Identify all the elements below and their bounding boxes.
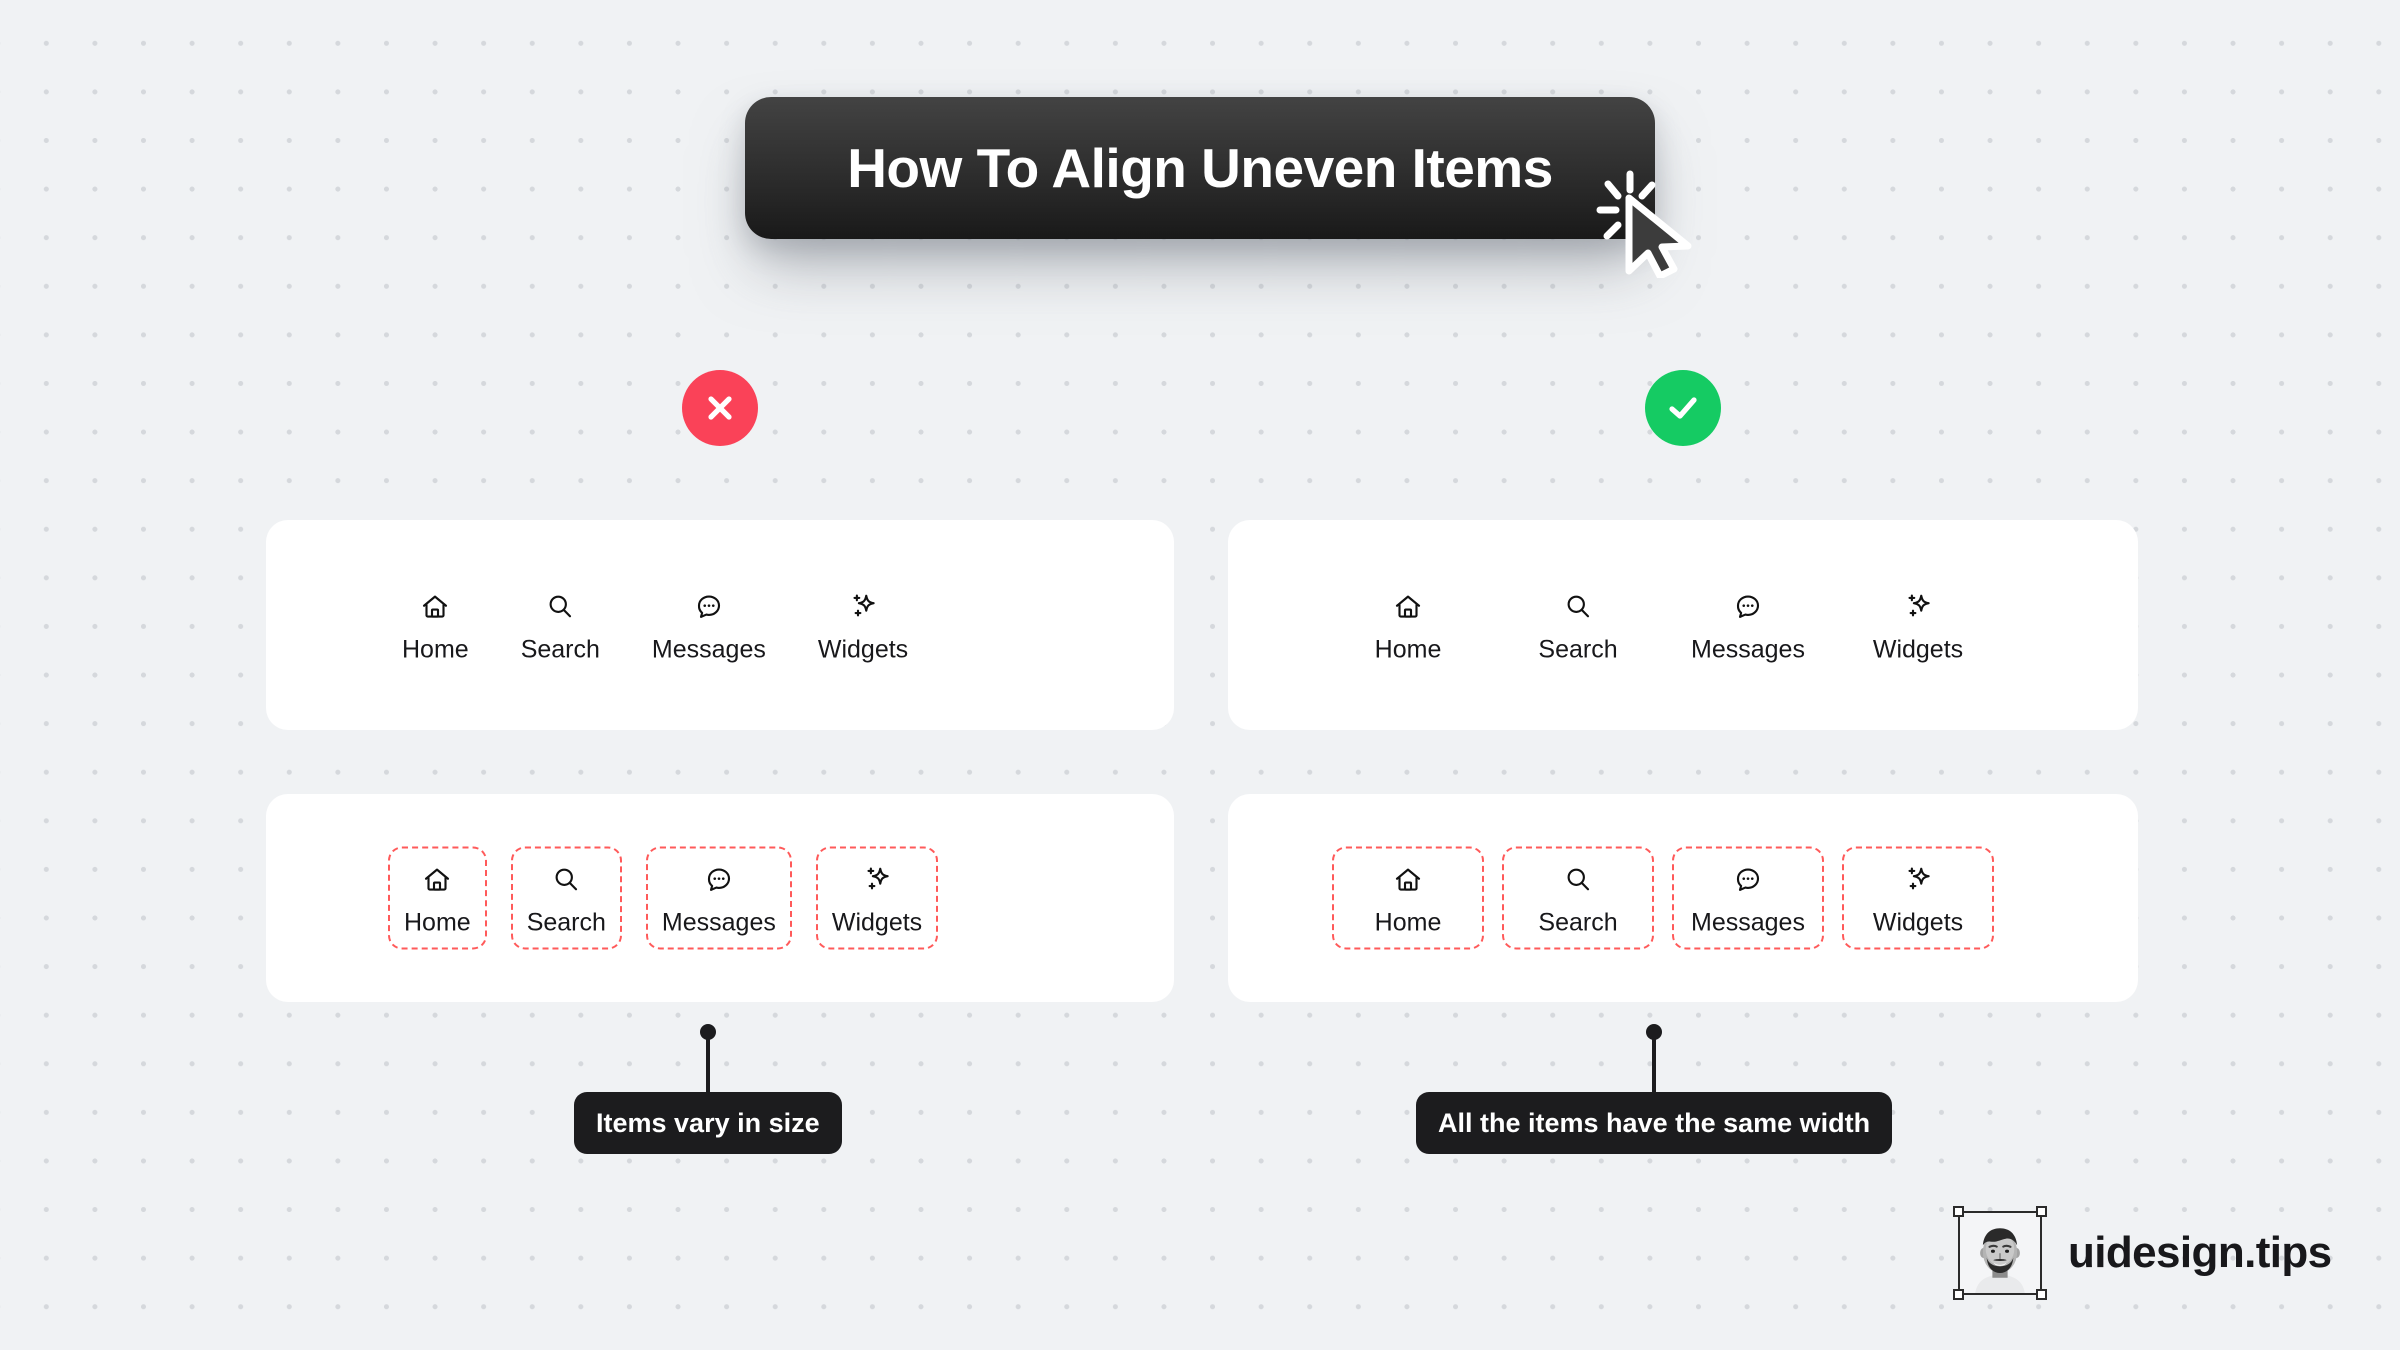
nav-item-label: Messages (1691, 635, 1805, 664)
annotation-callout-uneven: Items vary in size (574, 1024, 842, 1154)
annotation-callout-even: All the items have the same width (1416, 1024, 1893, 1154)
nav-item-search[interactable]: Search (510, 846, 622, 950)
nav-item-messages[interactable]: Messages (638, 576, 780, 675)
nav-item-home[interactable]: Home (388, 576, 483, 675)
annotation-text: All the items have the same width (1438, 1107, 1871, 1138)
nav-item-label: Search (1538, 908, 1618, 937)
widgets-icon (1901, 590, 1935, 624)
nav-item-label: Search (1538, 635, 1618, 664)
status-badge-correct (1645, 370, 1721, 446)
nav-item-label: Home (404, 908, 471, 937)
status-badge-incorrect (682, 370, 758, 446)
nav-item-label: Messages (1691, 908, 1805, 937)
nav-item-label: Messages (661, 908, 776, 937)
selection-handle-bottom-right[interactable] (2036, 1289, 2047, 1300)
nav-item-label: Home (1374, 908, 1442, 937)
widgets-icon (846, 590, 880, 624)
nav-item-widgets[interactable]: Widgets (1842, 576, 1994, 675)
check-icon (1669, 397, 1697, 419)
nav-item-widgets[interactable]: Widgets (1842, 846, 1994, 950)
nav-card-even-plain: Home Search Messages Widgets (1228, 520, 2138, 730)
nav-card-even-measured: Home Search Messages Widgets (1228, 794, 2138, 1002)
selection-handle-top-right[interactable] (2036, 1206, 2047, 1217)
callout-pin-line (705, 1036, 710, 1092)
selection-handle-top-left[interactable] (1953, 1206, 1964, 1217)
nav-item-messages[interactable]: Messages (1672, 576, 1824, 675)
home-icon (420, 863, 454, 897)
nav-item-label: Widgets (1872, 908, 1964, 937)
callout-pin (1646, 1024, 1663, 1092)
callout-pin-dot (1646, 1024, 1663, 1040)
callout-pin-line (1652, 1036, 1657, 1092)
avatar-selection-frame (1953, 1206, 2047, 1300)
widgets-icon (860, 863, 894, 897)
nav-item-label: Search (526, 908, 606, 937)
nav-item-label: Messages (651, 635, 766, 664)
messages-icon (692, 590, 726, 624)
nav-item-home[interactable]: Home (388, 846, 487, 950)
nav-strip: Home Search Messages Widgets (266, 576, 1174, 675)
messages-icon (702, 863, 736, 897)
nav-card-uneven-plain: Home Search Messages Widgets (266, 520, 1174, 730)
home-icon (1391, 863, 1425, 897)
watermark-label: uidesign.tips (2068, 1228, 2332, 1277)
nav-item-label: Widgets (1872, 635, 1964, 664)
callout-pin-dot (699, 1024, 716, 1040)
nav-item-messages[interactable]: Messages (1672, 846, 1824, 950)
nav-item-home[interactable]: Home (1332, 576, 1484, 675)
selection-handle-bottom-left[interactable] (1953, 1289, 1964, 1300)
nav-item-label: Home (402, 635, 469, 664)
nav-item-search[interactable]: Search (1502, 846, 1654, 950)
annotation-text: Items vary in size (596, 1107, 820, 1138)
nav-item-widgets[interactable]: Widgets (804, 576, 922, 675)
search-icon (1561, 590, 1595, 624)
search-icon (549, 863, 583, 897)
home-icon (418, 590, 452, 624)
nav-item-label: Widgets (831, 908, 923, 937)
nav-strip: Home Search Messages Widgets (266, 846, 1174, 950)
nav-item-label: Search (520, 635, 600, 664)
messages-icon (1731, 590, 1765, 624)
nav-item-widgets[interactable]: Widgets (815, 846, 939, 950)
profile-avatar (1960, 1213, 2040, 1293)
search-icon (1561, 863, 1595, 897)
nav-item-search[interactable]: Search (507, 576, 614, 675)
nav-item-search[interactable]: Search (1502, 576, 1654, 675)
nav-card-uneven-measured: Home Search Messages Widgets (266, 794, 1174, 1002)
search-icon (543, 590, 577, 624)
nav-item-home[interactable]: Home (1332, 846, 1484, 950)
page-title-banner: How To Align Uneven Items (745, 97, 1655, 239)
messages-icon (1731, 863, 1765, 897)
nav-item-label: Widgets (817, 635, 909, 664)
widgets-icon (1901, 863, 1935, 897)
page-title: How To Align Uneven Items (847, 136, 1553, 199)
home-icon (1391, 590, 1425, 624)
nav-item-label: Home (1374, 635, 1442, 664)
nav-item-messages[interactable]: Messages (645, 846, 792, 950)
watermark: uidesign.tips (1953, 1206, 2332, 1300)
nav-strip: Home Search Messages Widgets (1228, 846, 2138, 950)
callout-pin (699, 1024, 716, 1092)
close-icon (708, 396, 732, 420)
nav-strip: Home Search Messages Widgets (1228, 576, 2138, 675)
